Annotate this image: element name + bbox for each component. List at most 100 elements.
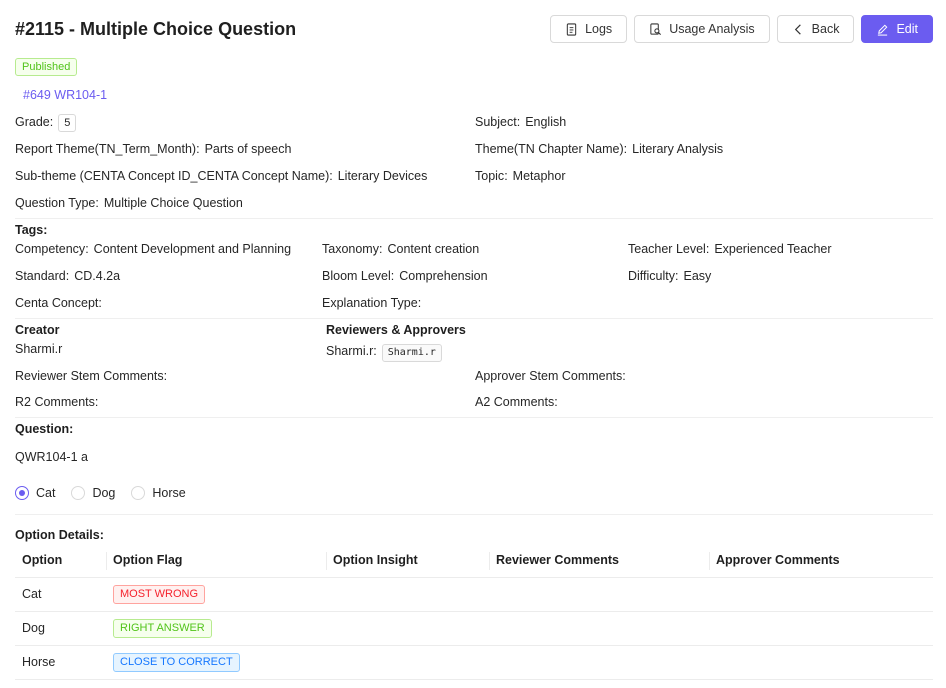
teacher-level-label: Teacher Level [628,242,714,256]
competency-label: Competency [15,242,94,256]
insight-cell [326,577,489,612]
option-cell: Cat [15,577,106,612]
report-theme-label: Report Theme(TN_Term_Month) [15,142,205,156]
option-radio-dog[interactable]: Dog [71,486,115,500]
reviewer-comments-cell [489,577,709,612]
explanation-type-field: Explanation Type [322,296,426,310]
radio-unchecked-icon[interactable] [71,486,86,500]
usage-analysis-button[interactable]: Usage Analysis [634,15,770,43]
option-radio-horse[interactable]: Horse [131,486,186,500]
divider [15,318,933,319]
approver-comments-cell [709,611,933,646]
difficulty-label: Difficulty [628,269,684,283]
reviewer-comments-cell [489,611,709,646]
taxonomy-value: Content creation [387,242,480,256]
topic-label: Topic [475,169,513,183]
question-heading: Question: [15,422,74,436]
topic-field: TopicMetaphor [475,169,565,183]
logs-button[interactable]: Logs [550,15,628,43]
subject-label: Subject [475,115,525,129]
bloom-level-label: Bloom Level [322,269,399,283]
option-label: Dog [92,486,116,500]
answer-options: Cat Dog Horse [15,486,186,500]
back-button[interactable]: Back [776,15,855,43]
column-header: Option Insight [326,544,489,578]
r2-comments-field: R2 Comments [15,395,103,409]
subject-field: SubjectEnglish [475,115,566,129]
grade-label: Grade [15,115,58,129]
option-radio-cat[interactable]: Cat [15,486,55,500]
reviewer-name: Sharmi.r [326,344,382,358]
standard-label: Standard [15,269,74,283]
option-details-table: Option Option Flag Option Insight Review… [15,544,933,680]
competency-field: CompetencyContent Development and Planni… [15,242,291,256]
report-theme-value: Parts of speech [204,142,292,156]
divider [15,514,933,515]
option-flag-badge: CLOSE TO CORRECT [113,652,240,672]
pencil-icon [878,24,888,36]
a2-comments-label: A2 Comments [475,395,563,409]
standard-field: StandardCD.4.2a [15,269,120,283]
subject-value: English [525,115,567,129]
approver-stem-comments-field: Approver Stem Comments [475,369,631,383]
insight-cell [326,611,489,646]
approver-comments-cell [709,645,933,680]
option-flag-badge: MOST WRONG [113,584,206,604]
theme-field: Theme(TN Chapter Name)Literary Analysis [475,142,723,156]
insight-cell [326,645,489,680]
creator-name: Sharmi.r [15,342,63,356]
competency-value: Content Development and Planning [93,242,292,256]
edit-label: Edit [896,22,918,36]
option-cell: Horse [15,645,106,680]
radio-checked-icon[interactable] [15,486,29,500]
reviewer-entry: Sharmi.rSharmi.r [326,344,442,362]
difficulty-field: DifficultyEasy [628,269,711,283]
explanation-type-label: Explanation Type [322,296,426,310]
difficulty-value: Easy [683,269,712,283]
taxonomy-label: Taxonomy [322,242,387,256]
table-row: Dog RIGHT ANSWER [15,611,933,646]
option-cell: Dog [15,611,106,646]
tags-heading: Tags: [15,223,48,237]
theme-label: Theme(TN Chapter Name) [475,142,632,156]
option-label: Cat [36,486,56,500]
reviewer-tag: Sharmi.r [381,344,442,362]
radio-unchecked-icon[interactable] [131,486,146,500]
column-header: Option Flag [106,544,326,578]
teacher-level-field: Teacher LevelExperienced Teacher [628,242,832,256]
creator-heading: Creator [15,323,60,337]
toolbar: Logs Usage Analysis Back Edit [550,15,933,43]
question-type-field: Question TypeMultiple Choice Question [15,196,243,210]
flag-cell: CLOSE TO CORRECT [106,645,326,680]
question-text: QWR104-1 a [15,450,88,464]
grade-field: Grade5 [15,114,77,132]
edit-button[interactable]: Edit [861,15,933,43]
subtheme-field: Sub-theme (CENTA Concept ID_CENTA Concep… [15,169,427,183]
document-icon [566,22,577,36]
flag-cell: MOST WRONG [106,577,326,612]
divider [15,218,933,219]
bloom-level-value: Comprehension [399,269,488,283]
approver-stem-comments-label: Approver Stem Comments [475,369,631,383]
topic-value: Metaphor [512,169,566,183]
centa-concept-field: Centa Concept [15,296,107,310]
a2-comments-field: A2 Comments [475,395,563,409]
logs-label: Logs [585,22,613,36]
grade-value: 5 [58,114,77,132]
r2-comments-label: R2 Comments [15,395,103,409]
reviewer-stem-comments-label: Reviewer Stem Comments [15,369,172,383]
reviewer-comments-cell [489,645,709,680]
chevron-left-icon [794,23,801,35]
divider [15,417,933,418]
table-row: Horse CLOSE TO CORRECT [15,645,933,680]
standard-value: CD.4.2a [74,269,121,283]
column-header: Option [15,544,106,578]
status-badge: Published [15,58,78,76]
approver-comments-cell [709,577,933,612]
column-header: Reviewer Comments [489,544,709,578]
option-flag-badge: RIGHT ANSWER [113,618,212,638]
question-reference-link[interactable]: #649 WR104-1 [23,88,107,102]
table-header-row: Option Option Flag Option Insight Review… [15,544,933,578]
column-header: Approver Comments [709,544,933,578]
option-label: Horse [152,486,186,500]
